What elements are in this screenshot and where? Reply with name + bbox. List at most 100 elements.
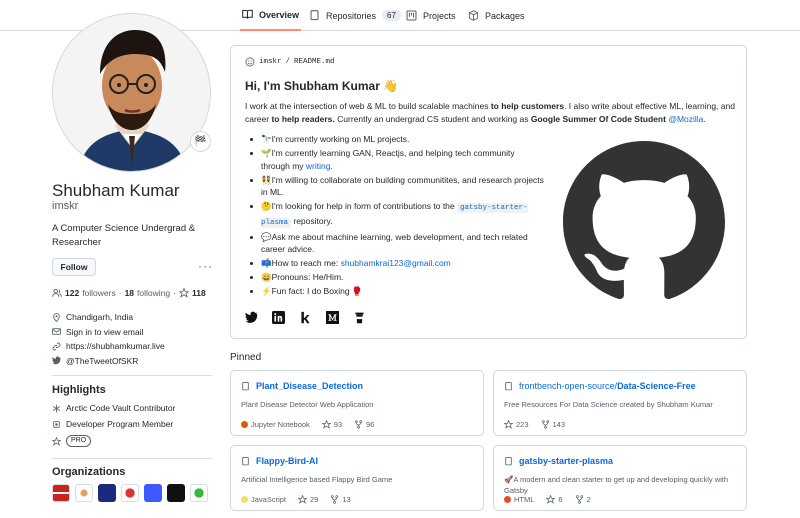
forks-count: 143	[552, 420, 566, 429]
follow-stats: 122 followers · 18 following · 118	[52, 288, 206, 298]
repo-icon	[242, 381, 249, 390]
forks-count: 13	[342, 495, 351, 504]
intro-text: .	[703, 114, 706, 124]
repo-stars[interactable]: 223	[504, 420, 529, 429]
intro-bold: to help customers	[490, 101, 565, 111]
stars-count: 29	[310, 495, 319, 504]
status-badge[interactable]: 🏁	[190, 131, 211, 152]
pinned-repo-title[interactable]: Plant_Disease_Detection	[241, 381, 363, 391]
readme-file[interactable]: README.md	[294, 58, 335, 66]
star-icon	[52, 436, 61, 446]
stars-count[interactable]: 118	[192, 288, 206, 298]
tab-repositories[interactable]: Repositories 67	[309, 0, 401, 31]
repo-name[interactable]: Flappy-Bird-AI	[256, 456, 318, 466]
tab-projects-label: Projects	[423, 10, 456, 21]
followers-label[interactable]: followers	[82, 288, 116, 298]
pinned-repo-title[interactable]: frontbench-open-source/Data-Science-Free	[504, 381, 696, 391]
cpu-icon	[53, 420, 60, 428]
following-label[interactable]: following	[137, 288, 170, 298]
linkedin-icon[interactable]	[272, 311, 285, 324]
repo-forks[interactable]: 13	[330, 495, 351, 504]
tab-packages[interactable]: Packages	[468, 0, 525, 31]
pinned-repo-card[interactable]: Flappy-Bird-AI Artificial Intelligence b…	[230, 445, 484, 511]
pinned-repo-card[interactable]: Plant_Disease_Detection Plant Disease De…	[230, 370, 484, 436]
pinned-repo-title[interactable]: Flappy-Bird-AI	[241, 456, 318, 466]
readme-user[interactable]: imskr	[259, 58, 282, 66]
highlight-arctic-label[interactable]: Arctic Code Vault Contributor	[66, 403, 175, 413]
organizations-list	[52, 484, 208, 502]
fork-icon	[541, 420, 549, 429]
star-icon	[546, 495, 556, 504]
medium-icon[interactable]	[326, 311, 339, 324]
email-link[interactable]: shubhamkrai123@gmail.com	[341, 258, 451, 268]
tab-overview[interactable]: Overview	[240, 0, 302, 31]
writing-link[interactable]: writing	[306, 161, 331, 171]
repo-description: Free Resources For Data Science created …	[504, 400, 713, 409]
repo-stars[interactable]: 6	[546, 495, 563, 504]
intro-bold: Google Summer Of Code Student	[530, 114, 666, 124]
github-octocat-icon	[563, 141, 725, 300]
org-avatar[interactable]	[144, 484, 162, 502]
readme-intro: I work at the intersection of web & ML t…	[245, 100, 735, 126]
language-label: HTML	[514, 495, 535, 504]
language-color-dot	[241, 421, 248, 428]
repo-name[interactable]: Plant_Disease_Detection	[256, 381, 363, 391]
repo-name[interactable]: gatsby-starter-plasma	[519, 456, 613, 466]
repo-owner[interactable]: frontbench-open-source/	[519, 381, 617, 391]
coffee-icon[interactable]	[353, 311, 366, 324]
tab-projects[interactable]: Projects	[406, 0, 456, 31]
pinned-repo-title[interactable]: gatsby-starter-plasma	[504, 456, 613, 466]
divider	[52, 375, 212, 376]
list-item-text: 🤔I'm looking for help in form of contrib…	[261, 201, 457, 211]
repo-icon	[505, 456, 512, 465]
org-avatar[interactable]	[75, 484, 93, 502]
twitter[interactable]: @TheTweetOfSKR	[52, 354, 212, 369]
organizations-heading: Organizations	[52, 466, 126, 478]
intro-text: I work at the intersection of web & ML t…	[245, 101, 491, 111]
pinned-heading: Pinned	[230, 352, 262, 363]
follow-button[interactable]: Follow	[52, 258, 96, 276]
location-text: Chandigarh, India	[66, 312, 134, 323]
intro-text: Currently an undergrad CS student and wo…	[334, 114, 531, 124]
org-avatar[interactable]	[121, 484, 139, 502]
list-item-text: .	[330, 160, 333, 171]
org-avatar[interactable]	[167, 484, 185, 502]
org-avatar[interactable]	[52, 484, 70, 502]
repo-description: 🚀A modern and clean starter to get up an…	[504, 475, 729, 495]
avatar[interactable]	[52, 13, 211, 172]
pinned-repo-card[interactable]: gatsby-starter-plasma 🚀A modern and clea…	[493, 445, 747, 511]
website[interactable]: https://shubhamkumar.live	[52, 339, 212, 354]
following-count[interactable]: 18	[125, 288, 134, 298]
avatar-illustration	[53, 14, 210, 171]
star-icon	[504, 420, 513, 429]
star-icon	[321, 420, 331, 429]
mozilla-link[interactable]: @Mozilla	[668, 114, 703, 124]
more-options-icon[interactable]: ···	[198, 260, 213, 272]
website-link[interactable]: https://shubhamkumar.live	[66, 341, 165, 351]
email[interactable]: Sign in to view email	[52, 325, 212, 340]
highlight-arctic: Arctic Code Vault Contributor	[52, 403, 175, 413]
readme-path-slash: /	[285, 58, 291, 66]
org-avatar[interactable]	[98, 484, 116, 502]
repo-meta: 223 143	[504, 420, 565, 429]
repo-forks[interactable]: 96	[354, 420, 374, 429]
repo-stars[interactable]: 29	[298, 495, 318, 504]
followers-count[interactable]: 122	[65, 288, 79, 298]
twitter-handle[interactable]: @TheTweetOfSKR	[66, 356, 138, 366]
email-text[interactable]: Sign in to view email	[66, 327, 143, 337]
stars-count: 93	[333, 420, 343, 429]
list-item: ⚡Fun fact: I do Boxing 🥊	[245, 285, 545, 298]
repo-name[interactable]: Data-Science-Free	[617, 381, 696, 391]
repo-stars[interactable]: 93	[321, 420, 343, 429]
org-avatar[interactable]	[190, 484, 208, 502]
list-item: 👯I'm willing to collaborate on building …	[245, 174, 545, 199]
kaggle-icon[interactable]	[299, 311, 312, 324]
twitter-icon[interactable]	[245, 311, 258, 324]
pinned-repo-card[interactable]: frontbench-open-source/Data-Science-Free…	[493, 370, 747, 436]
repo-forks[interactable]: 2	[575, 495, 591, 504]
language-color-dot	[504, 496, 511, 503]
repo-forks[interactable]: 143	[541, 420, 566, 429]
fork-icon	[355, 420, 363, 429]
highlight-developer-label[interactable]: Developer Program Member	[66, 419, 173, 429]
repo-meta: Jupyter Notebook 93 96	[241, 420, 374, 429]
